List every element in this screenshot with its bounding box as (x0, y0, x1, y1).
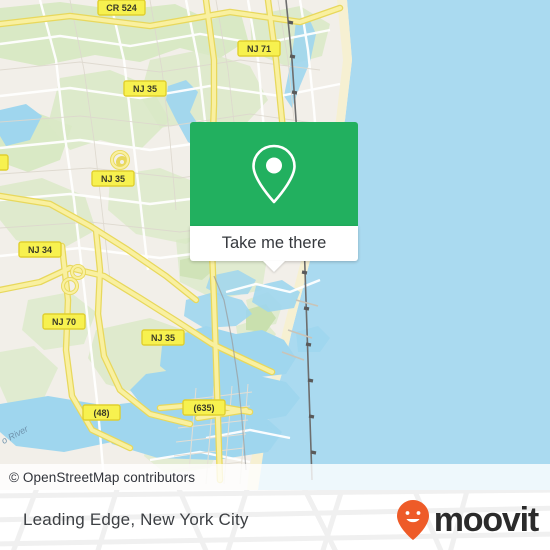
moovit-logo[interactable]: moovit (396, 490, 539, 550)
route-shield-48: (48) (82, 404, 121, 421)
route-shield-nj35-midleft: NJ 35 (91, 170, 135, 187)
svg-text:(48): (48) (93, 408, 109, 418)
route-shield-nj35-upper: NJ 35 (123, 80, 167, 97)
location-popup[interactable]: Take me there (190, 122, 358, 272)
svg-text:NJ 35: NJ 35 (133, 84, 157, 94)
route-shield-partial-left (0, 154, 9, 171)
route-shield-nj34: NJ 34 (18, 241, 62, 258)
route-shield-635: (635) (182, 399, 226, 416)
svg-text:NJ 35: NJ 35 (101, 174, 125, 184)
route-shield-nj71: NJ 71 (237, 40, 281, 57)
footer-bar: Leading Edge, New York City moovit (0, 490, 550, 550)
svg-text:(635): (635) (193, 403, 214, 413)
svg-text:NJ 70: NJ 70 (52, 317, 76, 327)
attribution-text: © OpenStreetMap contributors (9, 469, 196, 485)
route-shield-nj35-lower: NJ 35 (141, 329, 185, 346)
svg-text:CR 524: CR 524 (106, 3, 137, 13)
take-me-there-label: Take me there (221, 234, 327, 252)
moovit-pin-smiley-icon (396, 500, 429, 540)
map-page: o River CR 524 NJ 71 NJ 35 NJ 35 NJ 34 N… (0, 0, 550, 550)
popup-header (190, 122, 358, 226)
route-shield-nj70: NJ 70 (42, 313, 86, 330)
svg-text:NJ 34: NJ 34 (28, 245, 52, 255)
map-pin-icon (252, 144, 296, 204)
popup-tail (263, 261, 285, 272)
take-me-there-button[interactable]: Take me there (190, 226, 358, 261)
map-attribution: © OpenStreetMap contributors (0, 464, 550, 490)
page-title: Leading Edge, New York City (23, 490, 249, 550)
route-shield-cr524: CR 524 (97, 0, 146, 16)
svg-text:NJ 71: NJ 71 (247, 44, 271, 54)
svg-text:NJ 35: NJ 35 (151, 333, 175, 343)
moovit-wordmark: moovit (433, 501, 539, 539)
page-title-text: Leading Edge, New York City (23, 510, 249, 529)
